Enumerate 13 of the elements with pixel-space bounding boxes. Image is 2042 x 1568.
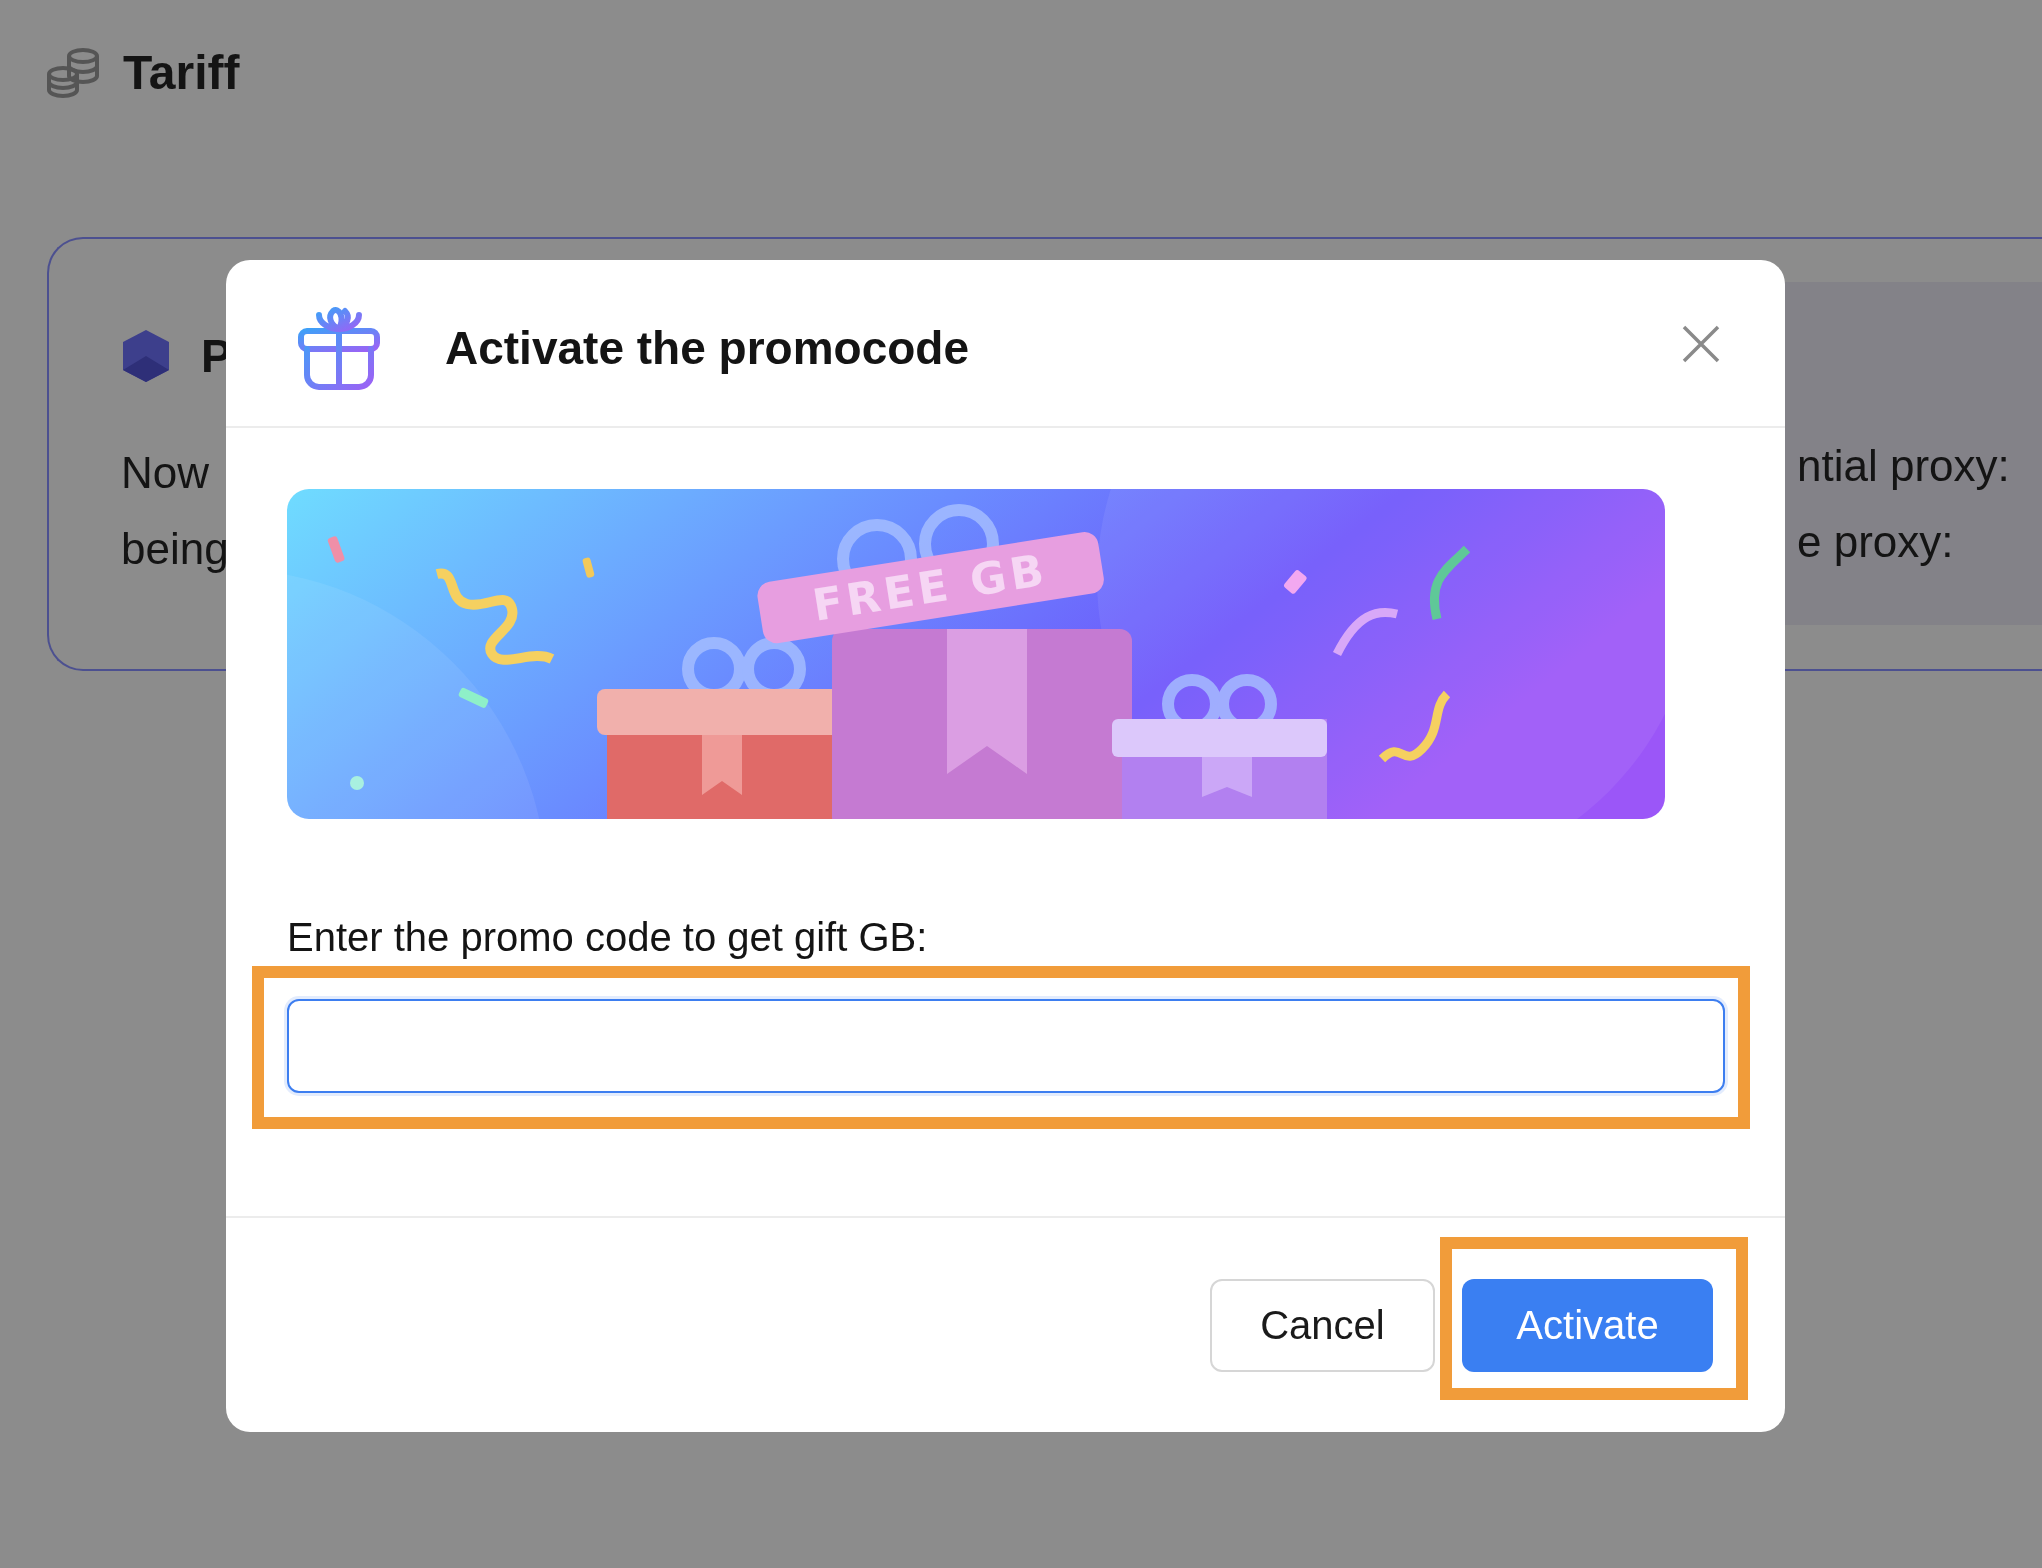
- page-title: Tariff: [123, 44, 240, 100]
- proxy-text: e proxy:: [1797, 516, 1955, 568]
- hexagon-icon: [121, 329, 171, 383]
- dialog-title: Activate the promocode: [445, 321, 969, 375]
- gift-icon: [297, 305, 381, 391]
- promo-code-input[interactable]: [287, 999, 1725, 1093]
- card-text: Now: [121, 447, 211, 499]
- banner-text: FREE GB: [809, 543, 1052, 631]
- promo-label: Enter the promo code to get gift GB:: [287, 914, 929, 961]
- activate-button[interactable]: Activate: [1462, 1279, 1713, 1372]
- cancel-button[interactable]: Cancel: [1210, 1279, 1435, 1372]
- card-text: being: [121, 523, 230, 575]
- proxy-text: ntial proxy:: [1797, 440, 2011, 492]
